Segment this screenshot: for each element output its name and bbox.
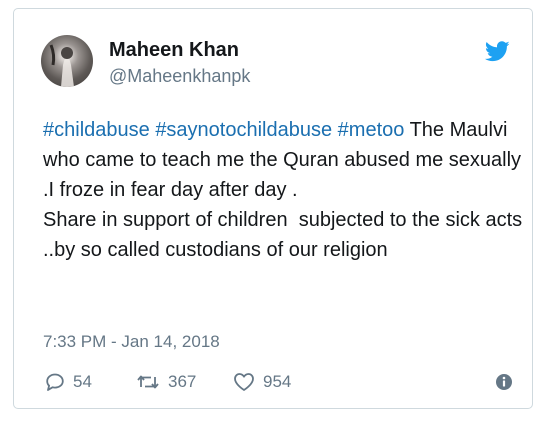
hashtag-link[interactable]: #metoo (338, 119, 405, 141)
heart-icon (234, 373, 254, 391)
retweet-icon (137, 375, 159, 389)
like-button[interactable]: 954 (233, 367, 291, 397)
action-bar: 54 367 954 (43, 367, 513, 397)
avatar[interactable] (41, 35, 93, 87)
info-icon[interactable] (495, 373, 513, 391)
timestamp[interactable]: 7:33 PM - Jan 14, 2018 (43, 332, 220, 352)
hashtag-link[interactable]: #saynotochildabuse (155, 119, 332, 141)
author-handle[interactable]: @Maheenkhanpk (109, 66, 250, 87)
author-name[interactable]: Maheen Khan (109, 39, 239, 62)
tweet-card: Maheen Khan @Maheenkhanpk #childabuse #s… (13, 8, 533, 409)
hashtag-link[interactable]: #childabuse (43, 119, 150, 141)
retweet-count: 367 (168, 372, 197, 391)
like-count: 954 (263, 372, 292, 391)
retweet-button[interactable]: 367 (136, 367, 196, 397)
reply-icon (46, 373, 64, 391)
reply-count: 54 (73, 372, 92, 391)
reply-button[interactable]: 54 (45, 367, 92, 397)
tweet-text: #childabuse #saynotochildabuse #metoo Th… (43, 115, 523, 265)
twitter-bird-icon[interactable] (485, 41, 510, 62)
